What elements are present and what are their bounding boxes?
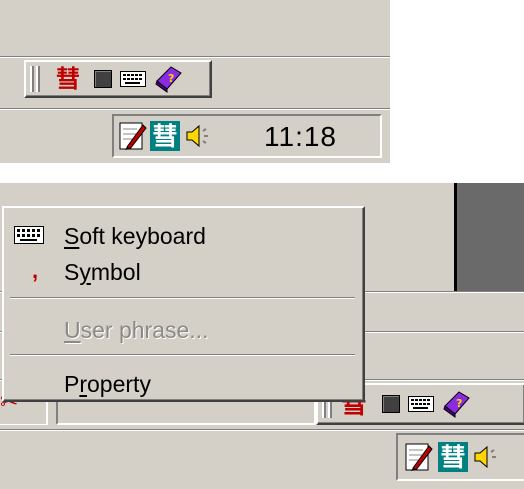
pen-icon[interactable] (118, 120, 148, 152)
menu-item-user-phrase: User phrase... (4, 312, 363, 346)
square-icon[interactable] (380, 393, 402, 415)
square-icon[interactable] (92, 68, 114, 90)
menu-separator (10, 354, 355, 356)
soft-keyboard-icon (12, 224, 46, 246)
menu-item-label: Symbol (64, 259, 141, 285)
ime-context-menu: Soft keyboard , Symbol User phrase... Pr… (2, 206, 365, 402)
pen-icon[interactable] (404, 441, 434, 473)
menu-item-symbol[interactable]: , Symbol (4, 254, 363, 288)
dark-window (454, 183, 524, 291)
language-bar: 彗 ? (24, 60, 212, 98)
speaker-icon[interactable] (472, 443, 502, 471)
ime-char-icon[interactable]: 彗 (54, 65, 82, 93)
help-book-icon[interactable]: ? (440, 389, 472, 419)
soft-keyboard-icon[interactable] (118, 68, 148, 90)
soft-keyboard-icon[interactable] (406, 393, 436, 415)
speaker-icon[interactable] (184, 122, 214, 150)
svg-text:?: ? (456, 397, 462, 410)
menu-item-label: User phrase... (64, 317, 209, 343)
ime-status-icon[interactable]: 彗 (438, 442, 468, 472)
svg-text:?: ? (168, 72, 174, 85)
system-tray: 彗 11:18 (112, 114, 382, 158)
grip-icon[interactable] (30, 66, 34, 92)
menu-separator (10, 297, 355, 299)
symbol-comma-icon: , (32, 258, 39, 283)
top-taskbar-screenshot: 彗 ? 彗 11:18 (0, 0, 390, 163)
clock-time[interactable]: 11:18 (264, 121, 337, 153)
menu-item-label: Property (64, 371, 151, 397)
help-book-icon[interactable]: ? (152, 64, 184, 94)
menu-item-label: Soft keyboard (64, 223, 206, 249)
ime-status-icon[interactable]: 彗 (150, 121, 180, 151)
menu-item-property[interactable]: Property (4, 366, 363, 400)
system-tray-bottom: 彗 (396, 433, 524, 481)
menu-item-soft-keyboard[interactable]: Soft keyboard (4, 218, 363, 252)
grip-icon[interactable] (36, 66, 40, 92)
